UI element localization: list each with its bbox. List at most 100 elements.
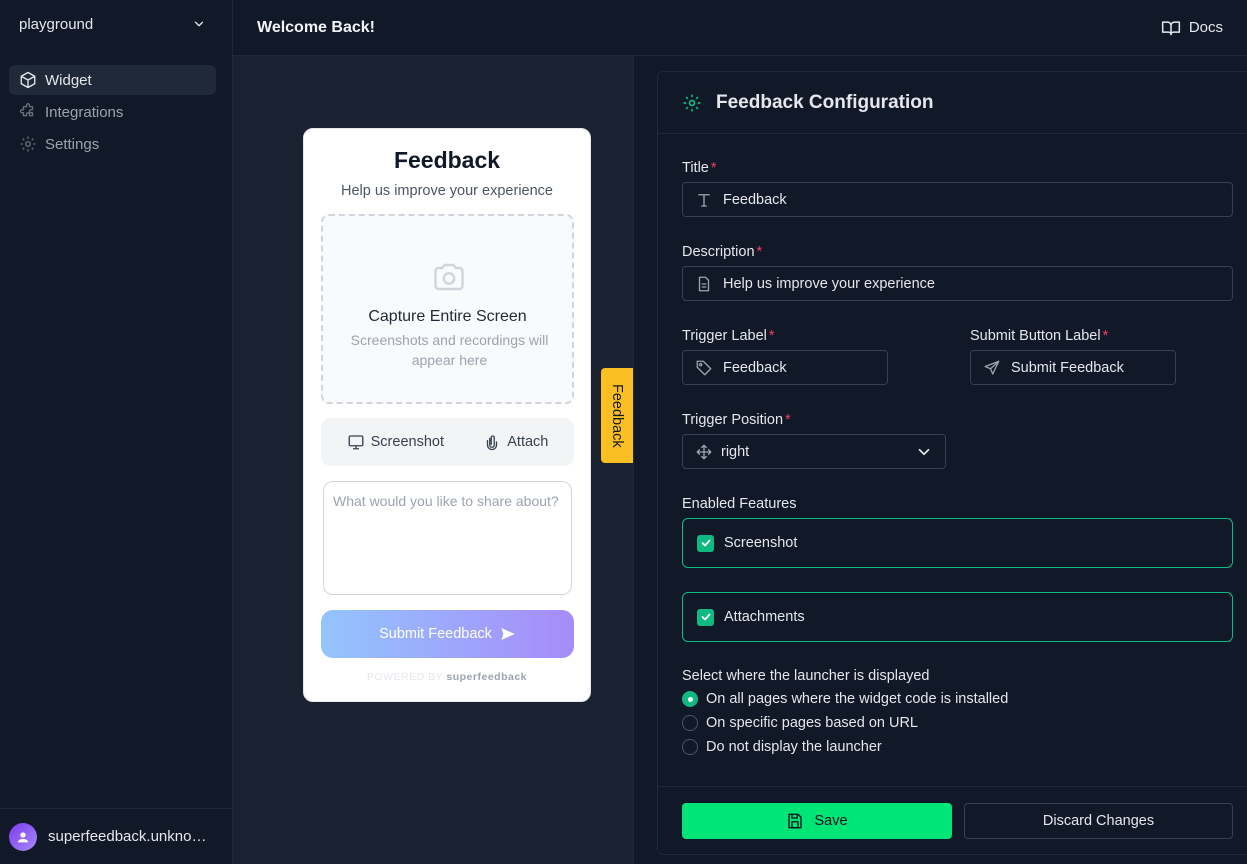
sidebar-item-settings[interactable]: Settings xyxy=(9,129,216,159)
trigger-label-field-label: Trigger Label * xyxy=(682,328,775,344)
powered-by-brand: superfeedback xyxy=(446,671,528,683)
sidebar-item-label: Integrations xyxy=(45,103,124,121)
sidebar-nav: Widget Integrations Settings xyxy=(9,65,216,161)
avatar xyxy=(9,822,37,851)
trigger-position-value: right xyxy=(721,443,750,460)
config-title: Feedback Configuration xyxy=(716,91,934,113)
chevron-down-icon xyxy=(192,17,206,31)
paperclip-icon xyxy=(483,433,501,451)
book-icon xyxy=(1161,18,1181,38)
radio-selected[interactable] xyxy=(682,691,698,707)
trigger-label-label-text: Trigger Label xyxy=(682,328,767,344)
config-footer: Save Discard Changes xyxy=(658,786,1247,856)
submit-label-label-text: Submit Button Label xyxy=(970,328,1101,344)
description-input[interactable] xyxy=(723,275,1232,292)
panel-divider xyxy=(633,56,634,864)
sidebar-item-label: Widget xyxy=(45,71,92,89)
user-name: superfeedback.unknow... xyxy=(48,828,213,845)
launcher-display-label: Select where the launcher is displayed xyxy=(682,668,930,684)
title-input[interactable] xyxy=(723,191,1232,208)
trigger-label-input[interactable] xyxy=(723,359,887,376)
submit-label-field xyxy=(970,350,1176,385)
radio-unselected[interactable] xyxy=(682,739,698,755)
text-icon xyxy=(695,191,713,209)
required-mark: * xyxy=(710,160,717,176)
trigger-position-value-wrap: right xyxy=(695,443,749,461)
sidebar: playground Widget Integrations Settings xyxy=(0,0,233,864)
puzzle-icon xyxy=(19,103,37,121)
capture-screen-area[interactable]: Capture Entire Screen Screenshots and re… xyxy=(321,214,574,404)
docs-label: Docs xyxy=(1188,19,1223,36)
save-icon xyxy=(786,812,804,830)
powered-by-text: POWERED BY xyxy=(366,671,443,683)
radio-label: On all pages where the widget code is in… xyxy=(706,691,1009,707)
widget-description: Help us improve your experience xyxy=(341,183,553,199)
user-menu[interactable]: superfeedback.unknow... xyxy=(0,808,232,864)
required-mark: * xyxy=(785,412,791,428)
capture-subtitle: Screenshots and recordings will appear h… xyxy=(350,332,549,368)
document-icon xyxy=(695,275,713,293)
discard-changes-button[interactable]: Discard Changes xyxy=(964,803,1233,839)
submit-label: Submit Feedback xyxy=(379,626,492,642)
capture-tools: Screenshot Attach xyxy=(321,418,574,466)
sidebar-item-integrations[interactable]: Integrations xyxy=(9,97,216,127)
description-field xyxy=(682,266,1233,301)
page-title: Welcome Back! xyxy=(257,18,375,36)
attach-button[interactable]: Attach xyxy=(483,433,548,451)
submit-label-field-label: Submit Button Label * xyxy=(970,328,1108,344)
launcher-option-hidden[interactable]: Do not display the launcher xyxy=(682,739,882,755)
checkbox-checked-icon[interactable] xyxy=(697,534,714,552)
description-field-label: Description * xyxy=(682,244,762,260)
required-mark: * xyxy=(768,328,775,344)
required-mark: * xyxy=(756,244,763,260)
required-mark: * xyxy=(1102,328,1109,344)
description-label-text: Description xyxy=(682,244,755,260)
radio-label: On specific pages based on URL xyxy=(706,715,918,731)
radio-unselected[interactable] xyxy=(682,715,698,731)
docs-link[interactable]: Docs xyxy=(1161,18,1223,38)
title-label-text: Title xyxy=(682,160,709,176)
feedback-configuration-panel: Feedback Configuration Title* Descriptio… xyxy=(657,71,1247,855)
send-icon xyxy=(983,359,1001,377)
send-icon xyxy=(500,626,516,642)
sidebar-item-label: Settings xyxy=(45,135,100,153)
trigger-position-label-text: Trigger Position xyxy=(682,412,784,428)
screenshot-label: Screenshot xyxy=(370,434,444,450)
save-label: Save xyxy=(814,813,848,829)
cube-icon xyxy=(19,71,37,89)
trigger-label-field xyxy=(682,350,888,385)
gear-icon xyxy=(19,135,37,153)
save-button[interactable]: Save xyxy=(682,803,952,839)
feedback-trigger-tab[interactable]: Feedback xyxy=(601,368,633,463)
workspace-switcher[interactable]: playground xyxy=(9,6,216,42)
discard-label: Discard Changes xyxy=(1042,813,1155,829)
capture-title: Capture Entire Screen xyxy=(368,308,527,325)
trigger-position-field-label: Trigger Position * xyxy=(682,412,791,428)
widget-submit-button[interactable]: Submit Feedback xyxy=(321,610,574,658)
title-field-label: Title * xyxy=(682,160,717,176)
attach-label: Attach xyxy=(507,434,549,450)
feature-screenshot[interactable]: Screenshot xyxy=(682,518,1233,568)
feedback-widget-preview: Feedback Help us improve your experience… xyxy=(303,128,591,702)
chevron-down-icon xyxy=(915,443,933,461)
feature-attachments[interactable]: Attachments xyxy=(682,592,1233,642)
launcher-option-specific-pages[interactable]: On specific pages based on URL xyxy=(682,715,918,731)
move-icon xyxy=(695,443,713,461)
trigger-position-select[interactable]: right xyxy=(682,434,946,469)
radio-label: Do not display the launcher xyxy=(706,739,882,755)
powered-by: POWERED BY superfeedback xyxy=(304,671,590,683)
feature-label: Screenshot xyxy=(724,535,798,551)
launcher-option-all-pages[interactable]: On all pages where the widget code is in… xyxy=(682,691,1008,707)
submit-label-input[interactable] xyxy=(1011,359,1175,376)
enabled-features-label: Enabled Features xyxy=(682,496,797,512)
top-header: Welcome Back! Docs xyxy=(233,0,1247,56)
checkbox-checked-icon[interactable] xyxy=(697,608,714,626)
sidebar-item-widget[interactable]: Widget xyxy=(9,65,216,95)
feature-label: Attachments xyxy=(724,609,805,625)
trigger-tab-label: Feedback xyxy=(609,383,625,448)
feedback-message-input[interactable] xyxy=(323,481,572,595)
monitor-icon xyxy=(347,433,365,451)
camera-icon xyxy=(430,259,468,295)
gear-icon xyxy=(682,93,702,113)
screenshot-button[interactable]: Screenshot xyxy=(347,433,444,451)
